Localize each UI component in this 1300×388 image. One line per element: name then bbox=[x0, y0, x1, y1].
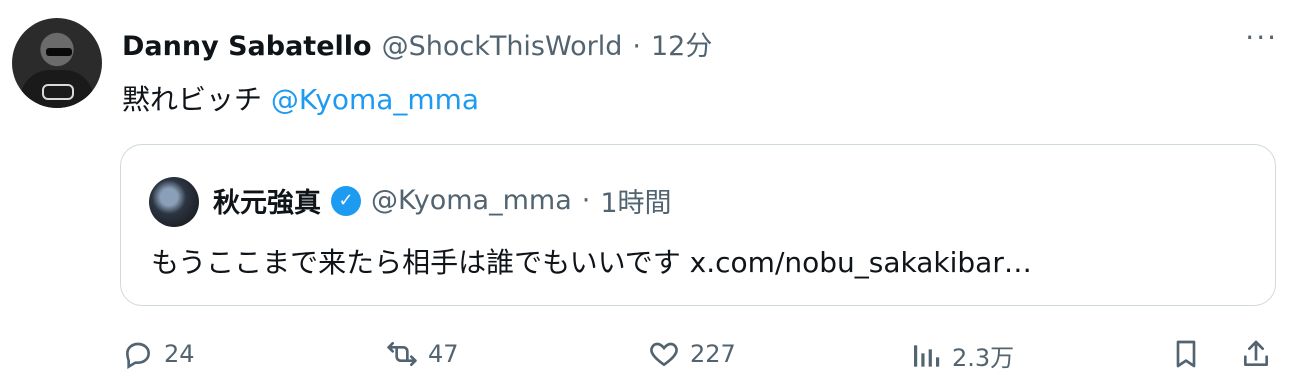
quoted-tweet-link[interactable]: x.com/nobu_sakakibar… bbox=[690, 246, 1032, 279]
retweet-count: 47 bbox=[428, 340, 459, 368]
quoted-tweet-text: もうここまで来たら相手は誰でもいいです x.com/nobu_sakakibar… bbox=[151, 241, 1032, 281]
like-icon bbox=[650, 342, 678, 367]
tweet-timestamp[interactable]: 12分 bbox=[651, 24, 712, 63]
verified-badge-icon: ✓ bbox=[331, 185, 361, 216]
header-separator: · bbox=[632, 31, 641, 62]
views-button[interactable]: 2.3万 bbox=[910, 338, 1014, 373]
tweet-header: Danny Sabatello @ShockThisWorld · 12分 bbox=[122, 24, 712, 63]
reply-icon bbox=[125, 342, 151, 370]
reply-button[interactable]: 24 bbox=[122, 338, 195, 370]
bookmark-icon bbox=[1176, 340, 1196, 368]
author-name[interactable]: Danny Sabatello bbox=[122, 31, 372, 62]
mention-link[interactable]: @Kyoma_mma bbox=[271, 83, 479, 116]
author-avatar[interactable] bbox=[12, 18, 102, 108]
like-count: 227 bbox=[690, 340, 736, 368]
quoted-author-handle[interactable]: @Kyoma_mma bbox=[371, 185, 572, 216]
quoted-tweet-body: もうここまで来たら相手は誰でもいいです bbox=[151, 246, 681, 279]
views-icon bbox=[914, 344, 940, 367]
reply-count: 24 bbox=[164, 340, 195, 368]
quoted-tweet-header: 秋元強真 ✓ @Kyoma_mma · 1時間 bbox=[213, 181, 672, 220]
avatar-logo bbox=[42, 84, 74, 100]
tweet-text: 黙れビッチ @Kyoma_mma bbox=[122, 78, 479, 118]
quoted-tweet-timestamp[interactable]: 1時間 bbox=[600, 181, 671, 220]
views-count: 2.3万 bbox=[952, 344, 1015, 372]
quoted-tweet-card[interactable]: 秋元強真 ✓ @Kyoma_mma · 1時間 もうここまで来たら相手は誰でもい… bbox=[120, 144, 1276, 306]
share-icon bbox=[1244, 340, 1268, 366]
quoted-author-avatar[interactable] bbox=[149, 177, 199, 227]
retweet-button[interactable]: 47 bbox=[386, 338, 459, 370]
author-handle[interactable]: @ShockThisWorld bbox=[382, 31, 623, 62]
action-bar: 24 47 227 2.3万 bbox=[0, 338, 1300, 378]
quoted-author-name[interactable]: 秋元強真 bbox=[213, 181, 321, 220]
like-button[interactable]: 227 bbox=[648, 338, 736, 370]
bookmark-button[interactable] bbox=[1170, 338, 1202, 370]
tweet-body: 黙れビッチ bbox=[122, 83, 263, 116]
retweet-icon bbox=[387, 342, 417, 366]
more-icon[interactable]: ··· bbox=[1245, 24, 1278, 52]
share-button[interactable] bbox=[1240, 338, 1272, 370]
avatar-glasses bbox=[46, 48, 72, 56]
quoted-header-separator: · bbox=[581, 185, 591, 216]
